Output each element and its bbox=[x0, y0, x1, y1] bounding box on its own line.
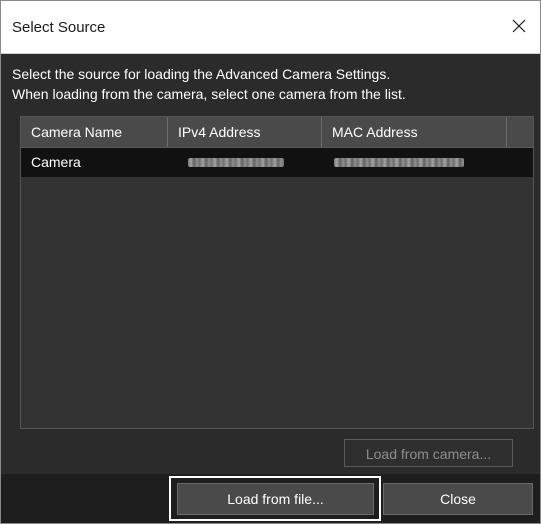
table-row[interactable]: Camera bbox=[21, 148, 533, 177]
cell-camera-name: Camera bbox=[31, 154, 81, 170]
cell-mac-address bbox=[322, 148, 507, 177]
dialog-body: Select the source for loading the Advanc… bbox=[1, 54, 540, 523]
column-header-mac-address[interactable]: MAC Address bbox=[322, 117, 507, 147]
instruction-line-2: When loading from the camera, select one… bbox=[12, 86, 406, 102]
title-bar: Select Source bbox=[1, 1, 540, 54]
close-button[interactable]: Close bbox=[383, 483, 533, 515]
dialog-title: Select Source bbox=[12, 19, 106, 36]
column-header-camera-name[interactable]: Camera Name bbox=[21, 117, 168, 147]
close-window-button[interactable] bbox=[504, 11, 534, 41]
camera-list[interactable]: Camera Name IPv4 Address MAC Address Cam… bbox=[20, 116, 534, 429]
close-icon bbox=[512, 19, 526, 33]
load-from-camera-button[interactable]: Load from camera... bbox=[344, 439, 513, 467]
redacted-ipv4-blur bbox=[188, 158, 284, 167]
cell-ipv4-address bbox=[168, 148, 322, 177]
load-from-file-button[interactable]: Load from file... bbox=[177, 483, 374, 515]
list-header: Camera Name IPv4 Address MAC Address bbox=[21, 117, 533, 148]
column-header-filler bbox=[507, 117, 533, 147]
select-source-dialog: Select Source Select the source for load… bbox=[0, 0, 541, 524]
redacted-mac-blur bbox=[334, 158, 464, 167]
column-header-ipv4-address[interactable]: IPv4 Address bbox=[168, 117, 322, 147]
instruction-line-1: Select the source for loading the Advanc… bbox=[12, 66, 391, 82]
